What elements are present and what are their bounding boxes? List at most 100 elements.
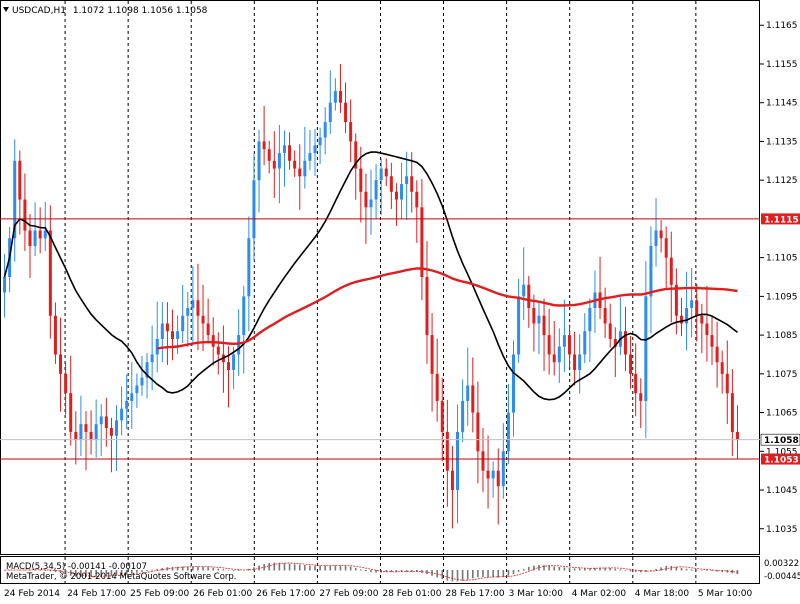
time-label: 4 Mar 18:00 [635, 589, 690, 599]
symbol-label: USDCAD,H1 [12, 6, 66, 16]
candle [79, 395, 83, 457]
candle [466, 347, 470, 426]
candle [338, 64, 342, 114]
candle [445, 399, 449, 507]
candle [583, 313, 587, 364]
candle [38, 207, 42, 254]
candle [186, 291, 190, 348]
candle [196, 263, 200, 351]
candle [420, 179, 424, 301]
time-label: 28 Feb 01:00 [382, 589, 441, 599]
time-label: 24 Feb 2014 [4, 589, 60, 599]
chart-title: USDCAD,H1 1.1072 1.1098 1.1056 1.1058 [12, 6, 208, 16]
candle [618, 297, 622, 356]
triangle-down-icon[interactable] [3, 7, 9, 12]
candle [242, 285, 246, 374]
candle [84, 411, 88, 471]
candle [506, 383, 510, 465]
ohlc-label: 1.1072 1.1098 1.1056 1.1058 [73, 6, 208, 16]
candle [374, 164, 378, 219]
price-label: 1.1155 [766, 60, 798, 70]
candle [313, 128, 317, 176]
candle [562, 299, 566, 373]
price-label: 1.1065 [766, 409, 798, 419]
macd-bottom-label: -0.00445 [764, 572, 800, 582]
time-label: 27 Feb 09:00 [319, 589, 378, 599]
candle [344, 82, 348, 134]
candle [573, 331, 577, 386]
price-label: 1.1045 [766, 486, 798, 496]
candle [18, 150, 22, 235]
candle [293, 150, 297, 177]
support-tag: 1.1053 [761, 453, 800, 466]
candle [64, 362, 68, 415]
time-label: 4 Mar 02:00 [572, 589, 627, 599]
candle [639, 378, 643, 429]
candle [53, 302, 57, 364]
candle [176, 315, 180, 355]
candle [522, 247, 526, 321]
candle [267, 140, 271, 174]
candle [171, 309, 175, 361]
price-label: 1.1095 [766, 292, 798, 302]
candle [517, 278, 521, 363]
candle [501, 423, 505, 499]
watermark: MetaTrader, © 2001-2014 MetaQuotes Softw… [6, 572, 236, 582]
candle [644, 261, 648, 439]
candle [298, 144, 302, 210]
candle [23, 173, 27, 251]
candle [450, 446, 454, 529]
candle [400, 162, 404, 219]
candle [252, 154, 256, 261]
price-label: 1.1035 [766, 525, 798, 535]
candle [282, 130, 286, 187]
price-label: 1.1145 [766, 99, 798, 109]
price-label: 1.1075 [766, 370, 798, 380]
price-label: 1.1125 [766, 176, 798, 186]
time-label: 3 Mar 10:00 [509, 589, 564, 599]
svg-text:1.1053: 1.1053 [764, 456, 799, 466]
candle [247, 216, 251, 332]
candle [405, 151, 409, 220]
candle [191, 265, 195, 346]
candle [659, 220, 663, 253]
time-axis: 24 Feb 2014 24 Feb 17:00 25 Feb 09:00 26 Fe… [4, 589, 752, 599]
candle [710, 317, 714, 365]
candle [288, 132, 292, 170]
candle [623, 306, 627, 371]
candle [130, 361, 134, 429]
time-label: 24 Feb 17:00 [67, 589, 126, 599]
candle [598, 256, 602, 319]
candle [537, 300, 541, 355]
candle [277, 124, 281, 204]
candle [735, 405, 739, 460]
candle [389, 162, 393, 209]
candle [532, 294, 536, 352]
candle [155, 301, 159, 373]
candle [308, 130, 312, 171]
candle [165, 302, 169, 365]
candle [109, 417, 113, 473]
time-label: 5 Mar 10:00 [698, 589, 753, 599]
candle [491, 461, 495, 498]
candle [679, 298, 683, 337]
candle [369, 169, 373, 235]
candle [33, 202, 37, 257]
candle [654, 197, 658, 267]
candle [120, 386, 124, 436]
candle [567, 324, 571, 368]
candle [685, 271, 689, 351]
candle [456, 404, 460, 524]
candle [512, 340, 516, 437]
candle [715, 321, 719, 388]
candle [486, 435, 490, 509]
macd-title: MACD(5,34,5) -0.00141 -0.00107 [6, 562, 147, 572]
price-chart[interactable]: USDCAD,H1 1.1072 1.1098 1.1056 1.1058 1.… [0, 0, 800, 600]
candle [262, 105, 266, 166]
candle [690, 268, 694, 338]
candle [272, 131, 276, 198]
current-price-tag: 1.1058 [760, 433, 800, 446]
candle [435, 338, 439, 422]
candle [74, 411, 78, 465]
candle [588, 298, 592, 362]
